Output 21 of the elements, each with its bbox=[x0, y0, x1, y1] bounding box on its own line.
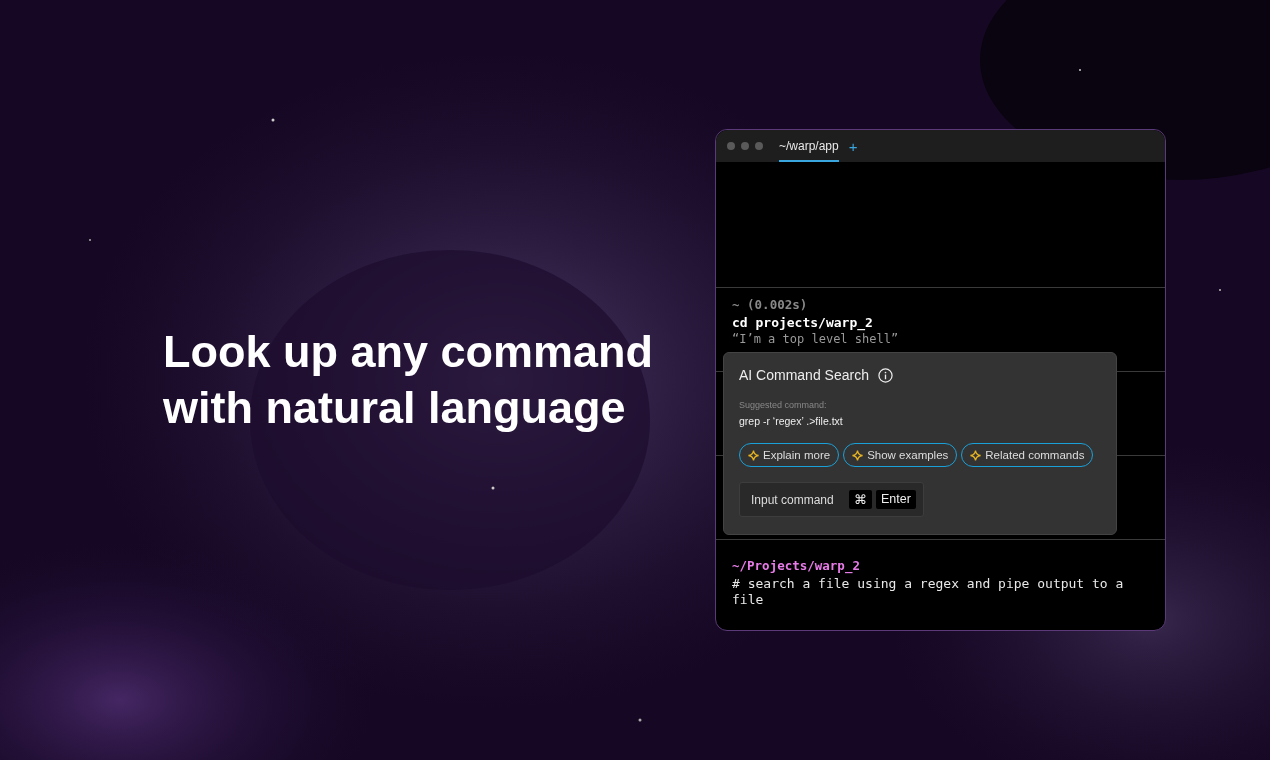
info-icon[interactable] bbox=[877, 367, 893, 383]
popup-title: AI Command Search bbox=[739, 367, 869, 383]
tab[interactable]: ~/warp/app bbox=[779, 130, 839, 162]
window-dot[interactable] bbox=[755, 142, 763, 150]
new-tab-button[interactable]: + bbox=[848, 137, 858, 155]
sparkle-icon bbox=[852, 449, 864, 461]
sparkle-icon bbox=[970, 449, 982, 461]
sparkle-icon bbox=[748, 449, 759, 461]
command-input[interactable]: # search a file using a regex and pipe output to a file bbox=[732, 576, 1149, 608]
window-dot[interactable] bbox=[727, 142, 735, 150]
block-prompt: ~ (0.002s) bbox=[732, 297, 809, 312]
suggested-label: Suggested command: bbox=[739, 400, 828, 410]
window-dot[interactable] bbox=[741, 142, 749, 150]
command-text: cd projects/warp_2 bbox=[732, 315, 874, 331]
command-input-field[interactable]: Input command bbox=[751, 492, 839, 507]
key-cap: ⌘ bbox=[849, 490, 872, 509]
output-text: “I’m a top level shell” bbox=[732, 332, 900, 346]
prompt-path: ~/Projects/warp_2 bbox=[732, 558, 861, 573]
key-cap: Enter bbox=[876, 490, 916, 509]
headline: Look up any command with natural language bbox=[163, 325, 655, 435]
suggested-command: grep -r ‘regex’ .>file.txt bbox=[739, 415, 844, 427]
